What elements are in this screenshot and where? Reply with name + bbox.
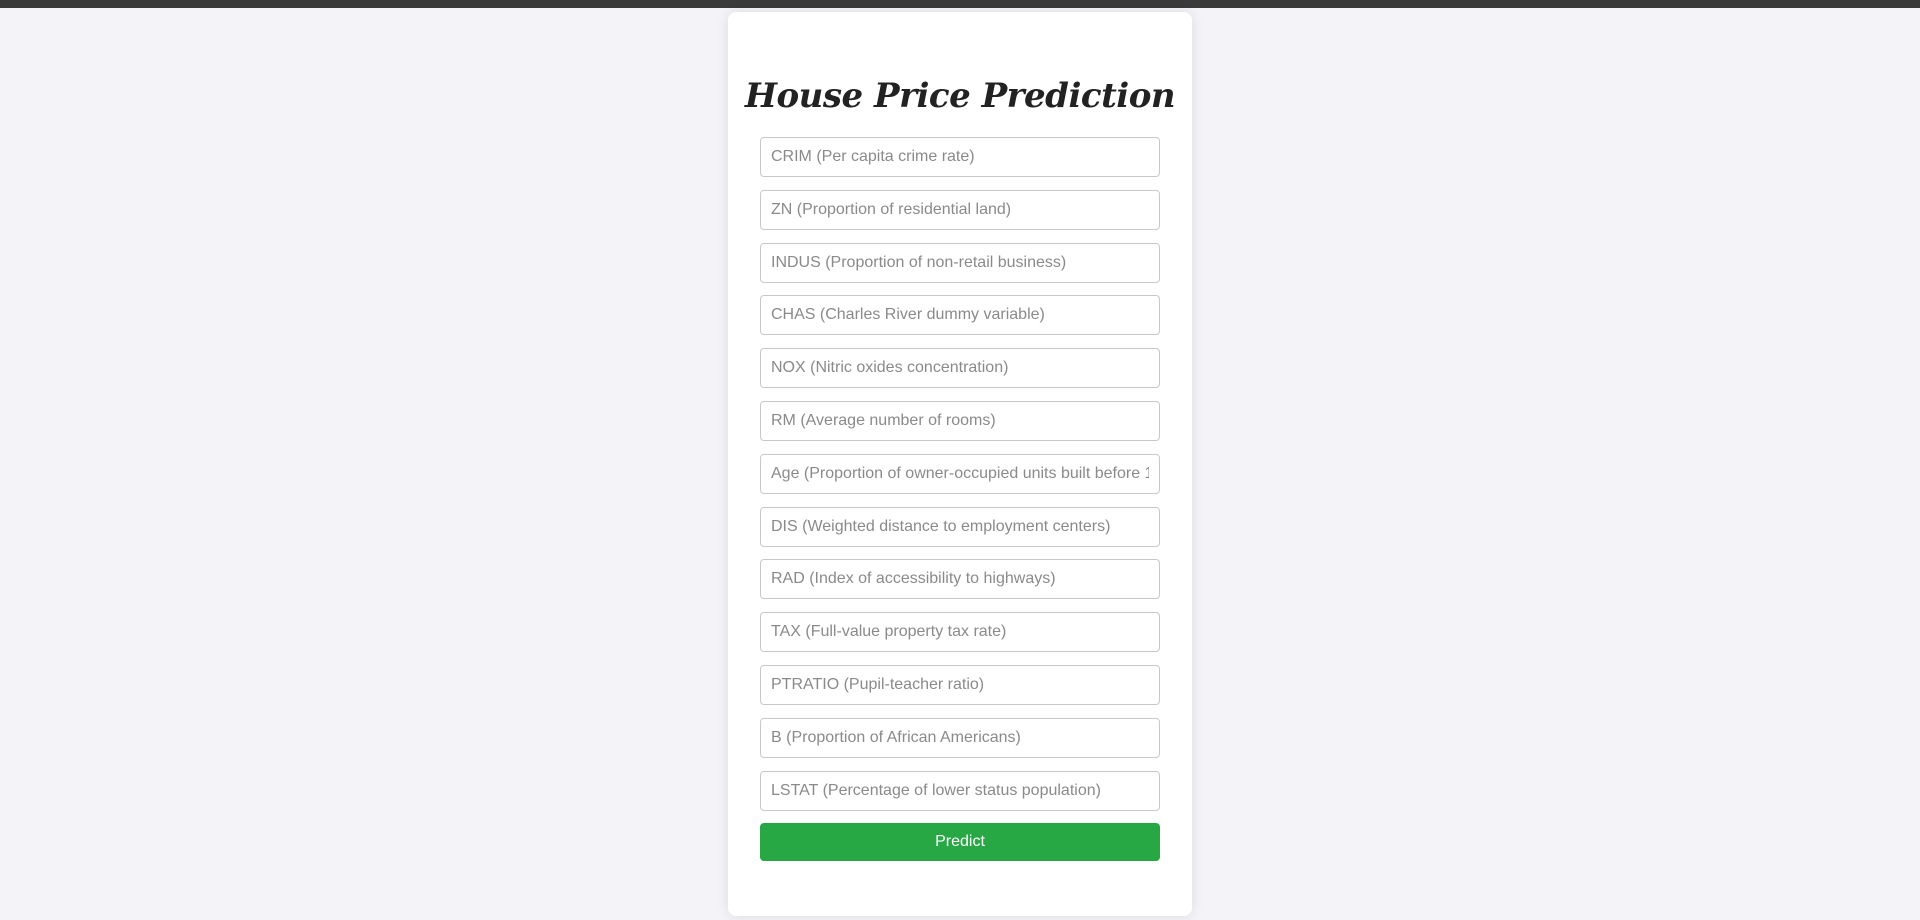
crim-input[interactable] xyxy=(760,137,1160,177)
browser-top-bar xyxy=(0,0,1920,8)
rm-input[interactable] xyxy=(760,401,1160,441)
b-input[interactable] xyxy=(760,718,1160,758)
rad-input[interactable] xyxy=(760,559,1160,599)
nox-input[interactable] xyxy=(760,348,1160,388)
ptratio-input[interactable] xyxy=(760,665,1160,705)
indus-input[interactable] xyxy=(760,243,1160,283)
age-input[interactable] xyxy=(760,454,1160,494)
tax-input[interactable] xyxy=(760,612,1160,652)
prediction-form-card: House Price Prediction Predict xyxy=(728,12,1192,916)
lstat-input[interactable] xyxy=(760,771,1160,811)
zn-input[interactable] xyxy=(760,190,1160,230)
chas-input[interactable] xyxy=(760,295,1160,335)
predict-button[interactable]: Predict xyxy=(760,823,1160,861)
dis-input[interactable] xyxy=(760,507,1160,547)
page-title: House Price Prediction xyxy=(744,76,1176,116)
